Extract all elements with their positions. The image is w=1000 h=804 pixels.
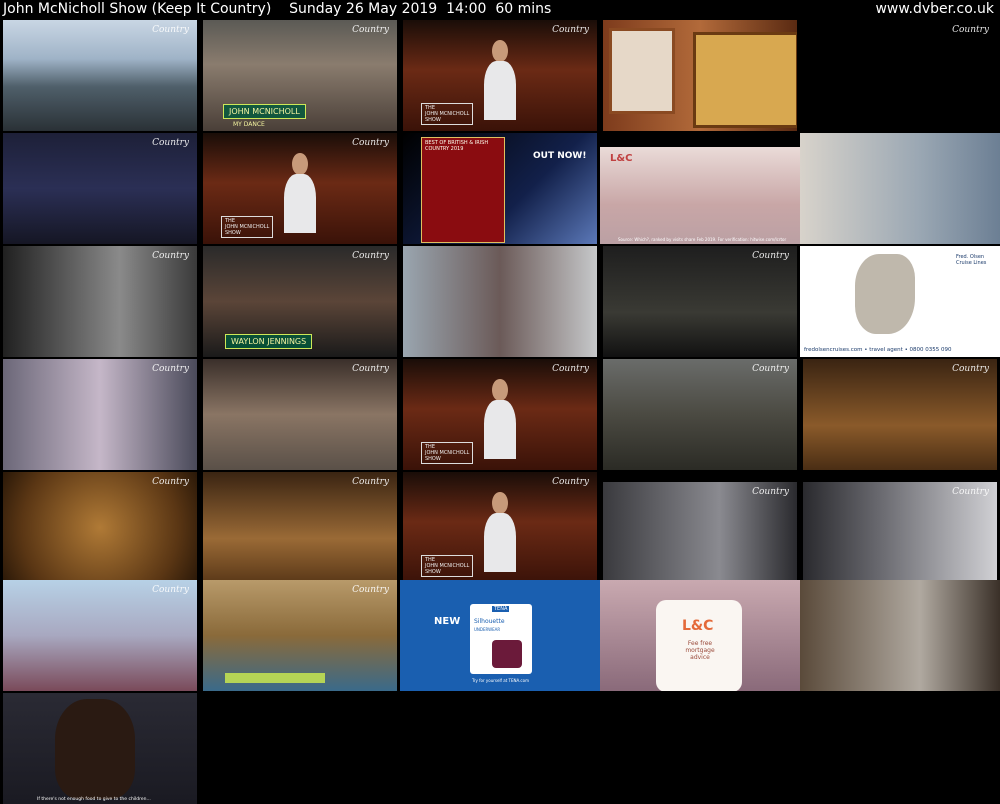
frame-female-singer[interactable] (403, 246, 597, 357)
presenter-figure (484, 378, 516, 459)
channel-logo: Country (752, 487, 789, 497)
tena-product: Silhouette (474, 618, 505, 625)
tena-sub: UNDERWEAR (474, 627, 501, 632)
uk-map-graphic (855, 254, 915, 334)
frame-sepia-blur[interactable]: Country (3, 472, 197, 583)
channel-logo: Country (152, 364, 189, 374)
photo-frame-graphic (609, 28, 675, 114)
frame-studio-presenter-4[interactable]: Country THE JOHN MCNICHOLL SHOW (403, 472, 597, 583)
frame-lc-swan[interactable]: L&C Source: Which?, ranked by visits sha… (600, 147, 800, 244)
frame-charity-woman[interactable]: If there's not enough food to give to th… (3, 693, 197, 804)
channel-logo: Country (352, 364, 389, 374)
frame-bridge-walk[interactable]: Country (3, 20, 197, 131)
channel-logo: Country (352, 585, 389, 595)
channel-logo: Country (552, 477, 589, 487)
tena-brand: TENA (492, 606, 510, 612)
frame-funfair-chat[interactable]: Country (3, 580, 197, 691)
channel-logo: Country (752, 251, 789, 261)
frame-studio-presenter-2[interactable]: Country THE JOHN MCNICHOLL SHOW (203, 133, 397, 244)
tena-pack: TENA Silhouette UNDERWEAR (470, 604, 532, 674)
show-tag: THE JOHN MCNICHOLL SHOW (221, 216, 274, 238)
caption-bar (225, 673, 325, 683)
frame-studio-presenter[interactable]: Country THE JOHN MCNICHOLL SHOW (403, 20, 597, 131)
channel-logo: Country (952, 487, 989, 497)
channel-logo: Country (152, 585, 189, 595)
album-cover: BEST OF BRITISH & IRISH COUNTRY 2019 (421, 137, 505, 243)
lc-disclaimer: Source: Which?, ranked by visits share F… (618, 237, 787, 242)
tena-new-label: NEW (434, 616, 461, 627)
frame-album-ad[interactable]: BEST OF BRITISH & IRISH COUNTRY 2019 OUT… (403, 133, 597, 244)
caption-waylon: WAYLON JENNINGS (225, 334, 313, 349)
album-banner: BEST OF BRITISH & IRISH COUNTRY 2019 (425, 140, 489, 152)
programme-title: John McNicholl Show (Keep It Country) Su… (3, 1, 552, 17)
frame-waylon[interactable]: Country WAYLON JENNINGS (203, 246, 397, 357)
show-tag: THE JOHN MCNICHOLL SHOW (421, 442, 474, 464)
header-bar: John McNicholl Show (Keep It Country) Su… (0, 0, 1000, 20)
channel-logo: Country (352, 251, 389, 261)
channel-logo: Country (552, 25, 589, 35)
woman-face (55, 699, 135, 799)
charity-subtitle: If there's not enough food to give to th… (37, 797, 151, 802)
lc-tagline: Fee free mortgage advice (685, 640, 715, 661)
frame-cruise-map[interactable]: Fred. Olsen Cruise Lines fredolsencruise… (800, 246, 1000, 357)
channel-logo: Country (152, 251, 189, 261)
frame-market[interactable]: Country (203, 359, 397, 470)
frame-flowers[interactable]: Country (3, 359, 197, 470)
frame-mic-singer-2[interactable]: Country (803, 482, 997, 580)
show-tag: THE JOHN MCNICHOLL SHOW (421, 555, 474, 577)
frame-forest[interactable]: Country (603, 359, 797, 470)
tena-footer: Try for yourself at TENA.com (472, 678, 529, 683)
photo-frame-graphic (693, 32, 797, 128)
show-tag: THE JOHN MCNICHOLL SHOW (421, 103, 474, 125)
channel-logo: Country (152, 477, 189, 487)
channel-logo: Country (952, 364, 989, 374)
frame-recording-booth[interactable]: Country (3, 133, 197, 244)
channel-logo: Country (352, 477, 389, 487)
channel-logo: Country (752, 364, 789, 374)
frame-lc-ad[interactable]: L&C Fee free mortgage advice (600, 580, 800, 691)
presenter-figure (284, 152, 316, 233)
channel-logo: Country (352, 138, 389, 148)
channel-logo: Country (152, 25, 189, 35)
frame-fiddle-band[interactable]: Country (603, 246, 797, 357)
lc-logo-small: L&C (610, 153, 633, 164)
presenter-figure (484, 39, 516, 120)
frame-carousel[interactable]: Country (203, 580, 397, 691)
caption-john-sub: MY DANCE (233, 121, 265, 128)
frame-studio-presenter-3[interactable]: Country THE JOHN MCNICHOLL SHOW (403, 359, 597, 470)
fred-olsen-contact: fredolsencruises.com • travel agent • 08… (804, 347, 952, 353)
frame-mic-singer[interactable]: Country (603, 482, 797, 580)
frame-black[interactable]: Country (803, 20, 997, 131)
frame-tena-ad[interactable]: NEW TENA Silhouette UNDERWEAR Try for yo… (400, 580, 600, 691)
out-now-text: OUT NOW! (533, 151, 587, 161)
frame-bw-singer[interactable]: Country (3, 246, 197, 357)
tena-underwear-graphic (492, 640, 522, 668)
frame-children[interactable] (800, 580, 1000, 691)
frame-photo-frames[interactable] (603, 20, 797, 131)
thumbnail-grid: Country Country JOHN MCNICHOLL MY DANCE … (0, 20, 1000, 804)
channel-logo: Country (952, 25, 989, 35)
channel-logo: Country (152, 138, 189, 148)
caption-john: JOHN MCNICHOLL (223, 104, 306, 119)
frame-street-dancers[interactable]: Country JOHN MCNICHOLL MY DANCE (203, 20, 397, 131)
fred-olsen-brand: Fred. Olsen Cruise Lines (956, 254, 987, 266)
presenter-figure (484, 491, 516, 572)
lc-logo: L&C (682, 618, 714, 634)
phone-mockup: L&C Fee free mortgage advice (656, 600, 742, 691)
site-url[interactable]: www.dvber.co.uk (875, 0, 994, 19)
channel-logo: Country (552, 364, 589, 374)
channel-logo: Country (352, 25, 389, 35)
frame-stairs-sepia[interactable]: Country (803, 359, 997, 470)
frame-jeans[interactable] (800, 133, 1000, 244)
frame-stairs-sepia-2[interactable]: Country (203, 472, 397, 583)
